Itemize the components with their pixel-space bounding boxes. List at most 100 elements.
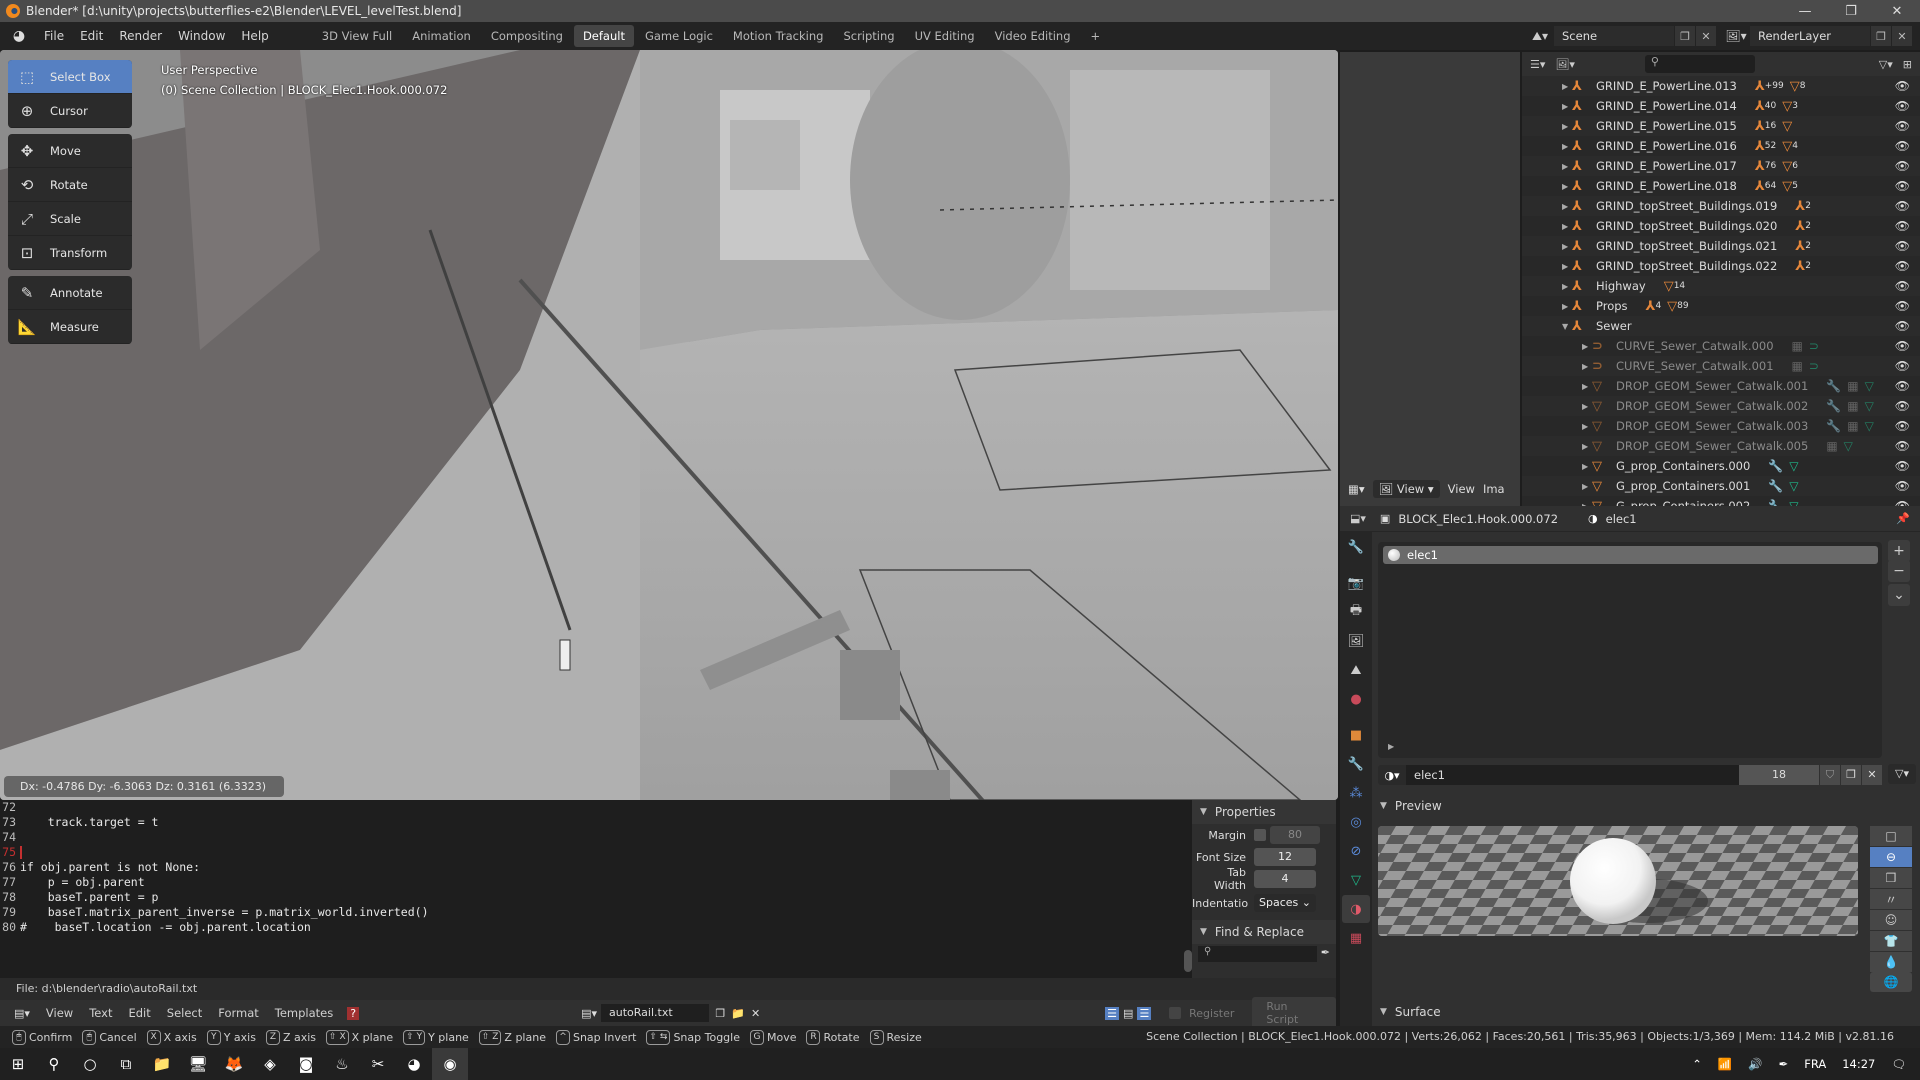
text-menu-templates[interactable]: Templates: [267, 1006, 341, 1020]
add-workspace-button[interactable]: +: [1082, 25, 1110, 47]
scene-icon[interactable]: ⛰▾: [1526, 26, 1554, 46]
discord-icon[interactable]: ◙: [288, 1048, 324, 1080]
new-scene-button[interactable]: ❐: [1675, 26, 1695, 46]
child-count-badge[interactable]: ▽ 14: [1664, 279, 1685, 294]
text-menu-select[interactable]: Select: [159, 1006, 210, 1020]
visibility-eye-icon[interactable]: 👁: [1895, 179, 1910, 193]
material-slot-row[interactable]: elec1: [1383, 546, 1878, 564]
outliner-search-input[interactable]: ⚲: [1644, 55, 1755, 73]
wifi-icon[interactable]: 📶: [1718, 1057, 1732, 1071]
sphere-icon[interactable]: ⊖: [1870, 847, 1912, 867]
filter-view-icon[interactable]: 🖼▾: [1555, 58, 1575, 71]
file-explorer-icon[interactable]: 📁: [144, 1048, 180, 1080]
code-line[interactable]: 72: [0, 800, 1190, 815]
expand-arrow-icon[interactable]: ▶: [1562, 82, 1572, 91]
menu-view[interactable]: View: [1448, 482, 1475, 496]
monitor-app-icon[interactable]: 🖥: [180, 1048, 216, 1080]
text-name-field[interactable]: autoRail.txt: [601, 1004, 710, 1022]
outliner-row[interactable]: ▶ ⅄ GRIND_E_PowerLine.018 ⅄ 64 ▽ 5 👁: [1522, 176, 1920, 196]
visibility-eye-icon[interactable]: 👁: [1895, 79, 1910, 93]
code-line[interactable]: 80 # baseT.location -= obj.parent.locatio…: [0, 920, 1190, 935]
child-count-badge[interactable]: ⅄ 2: [1795, 199, 1811, 214]
expand-arrow-icon[interactable]: ▶: [1582, 482, 1592, 491]
mesh-data-icon[interactable]: ▽: [1789, 479, 1798, 493]
child-count-badge[interactable]: ▽ 89: [1667, 299, 1688, 314]
expand-list-icon[interactable]: ▶: [1388, 742, 1394, 751]
run-script-button[interactable]: Run Script: [1252, 997, 1336, 1029]
outliner-row[interactable]: ▶ ⅄ GRIND_E_PowerLine.015 ⅄ 16 ▽ 👁: [1522, 116, 1920, 136]
child-count-badge[interactable]: ⅄ +99: [1755, 79, 1784, 94]
visibility-eye-icon[interactable]: 👁: [1895, 379, 1910, 393]
expand-arrow-icon[interactable]: ▶: [1582, 402, 1592, 411]
grid-icon[interactable]: ▦: [1847, 419, 1858, 433]
fake-user-button[interactable]: ⛉: [1820, 765, 1840, 785]
blender-icon[interactable]: ◉: [432, 1048, 468, 1080]
find-replace-header[interactable]: ▼ Find & Replace: [1192, 920, 1336, 944]
child-count-badge[interactable]: ▽ 5: [1782, 179, 1798, 194]
slot-menu-button[interactable]: ⌄: [1888, 584, 1910, 606]
text-menu-view[interactable]: View: [38, 1006, 81, 1020]
child-count-badge[interactable]: ⅄ 16: [1755, 119, 1776, 134]
physics-icon[interactable]: ◎: [1342, 808, 1370, 836]
scene-name-field[interactable]: Scene: [1554, 26, 1674, 46]
child-count-badge[interactable]: ⅄ 52: [1755, 139, 1776, 154]
app-icon[interactable]: ◕: [396, 1048, 432, 1080]
visibility-eye-icon[interactable]: 👁: [1895, 439, 1910, 453]
mesh-data-icon[interactable]: ▽: [1865, 399, 1874, 413]
steam-icon[interactable]: ♨: [324, 1048, 360, 1080]
text-menu-format[interactable]: Format: [210, 1006, 267, 1020]
tab-video-editing[interactable]: Video Editing: [986, 25, 1080, 47]
editor-type-icon[interactable]: ▦▾: [1348, 482, 1365, 496]
unity-icon[interactable]: ◈: [252, 1048, 288, 1080]
outliner-row[interactable]: ▶ ⅄ GRIND_E_PowerLine.014 ⅄ 40 ▽ 3 👁: [1522, 96, 1920, 116]
expand-arrow-icon[interactable]: ▶: [1562, 142, 1572, 151]
outliner-row[interactable]: ▶ ▽ G_prop_Containers.001 🔧 ▽ 👁: [1522, 476, 1920, 496]
material-slot-list[interactable]: [1378, 542, 1882, 758]
material-icon[interactable]: ◑: [1342, 895, 1370, 923]
syntax-highlight-toggle[interactable]: ☰: [1137, 1006, 1152, 1020]
code-line[interactable]: 79 baseT.matrix_parent_inverse = p.matri…: [0, 905, 1190, 920]
view-mode-dropdown[interactable]: 🖼 View ▾: [1372, 480, 1440, 498]
outliner-row[interactable]: ▶ ⅄ GRIND_topStreet_Buildings.022 ⅄ 2 👁: [1522, 256, 1920, 276]
expand-arrow-icon[interactable]: ▶: [1562, 102, 1572, 111]
find-input[interactable]: ⚲: [1198, 946, 1317, 962]
editor-type-icon[interactable]: ⬓▾: [1350, 512, 1366, 525]
menu-image[interactable]: Ima: [1483, 482, 1505, 496]
eyedropper-icon[interactable]: ✒: [1321, 946, 1330, 962]
outliner-row[interactable]: ▶ ⅄ GRIND_E_PowerLine.016 ⅄ 52 ▽ 4 👁: [1522, 136, 1920, 156]
visibility-eye-icon[interactable]: 👁: [1895, 319, 1910, 333]
word-wrap-toggle[interactable]: ▤: [1121, 1007, 1135, 1020]
child-count-badge[interactable]: ⅄ 64: [1755, 179, 1776, 194]
visibility-eye-icon[interactable]: 👁: [1895, 99, 1910, 113]
child-count-badge[interactable]: ⅄ 2: [1795, 219, 1811, 234]
tool-select-box[interactable]: ⬚ Select Box: [8, 60, 132, 94]
outliner-row[interactable]: ▶ ⅄ GRIND_topStreet_Buildings.021 ⅄ 2 👁: [1522, 236, 1920, 256]
tab-game-logic[interactable]: Game Logic: [636, 25, 722, 47]
tool-icon[interactable]: 🔧: [1342, 533, 1370, 561]
outliner-row[interactable]: ▶ ⅄ GRIND_E_PowerLine.017 ⅄ 76 ▽ 6 👁: [1522, 156, 1920, 176]
mesh-data-icon[interactable]: ▽: [1789, 459, 1798, 473]
outliner-row[interactable]: ▶ ▽ DROP_GEOM_Sewer_Catwalk.003 🔧 ▦ ▽ 👁: [1522, 416, 1920, 436]
texture-icon[interactable]: ▦: [1342, 924, 1370, 952]
child-count-badge[interactable]: ▽ 4: [1782, 139, 1798, 154]
expand-arrow-icon[interactable]: ▶: [1582, 462, 1592, 471]
tool-cursor[interactable]: ⊕ Cursor: [8, 94, 132, 128]
indentation-dropdown[interactable]: Spaces ⌄: [1254, 894, 1316, 912]
view-layer-icon[interactable]: 🖼▾: [1722, 26, 1750, 46]
link-data-dropdown[interactable]: ▽▾: [1888, 764, 1916, 784]
world-toggle-button[interactable]: 🌐: [1870, 972, 1912, 992]
templates-help-icon[interactable]: ?: [347, 1006, 360, 1020]
mesh-data-icon[interactable]: ▽: [1844, 439, 1853, 453]
surface-panel-header[interactable]: ▼ Surface: [1372, 1000, 1920, 1024]
editor-type-icon[interactable]: ▤▾: [14, 1007, 30, 1020]
margin-value-field[interactable]: 80: [1270, 826, 1320, 844]
tab-3d-view-full[interactable]: 3D View Full: [313, 25, 401, 47]
monkey-icon[interactable]: ☺: [1870, 910, 1912, 930]
modifier-icon[interactable]: 🔧: [1768, 459, 1783, 473]
particles-icon[interactable]: ⁂: [1342, 779, 1370, 807]
visibility-eye-icon[interactable]: 👁: [1895, 399, 1910, 413]
mesh-data-icon[interactable]: ▽: [1865, 419, 1874, 433]
margin-checkbox[interactable]: [1254, 829, 1266, 841]
remove-slot-button[interactable]: −: [1888, 560, 1910, 582]
child-count-badge[interactable]: ▽ 6: [1782, 159, 1798, 174]
